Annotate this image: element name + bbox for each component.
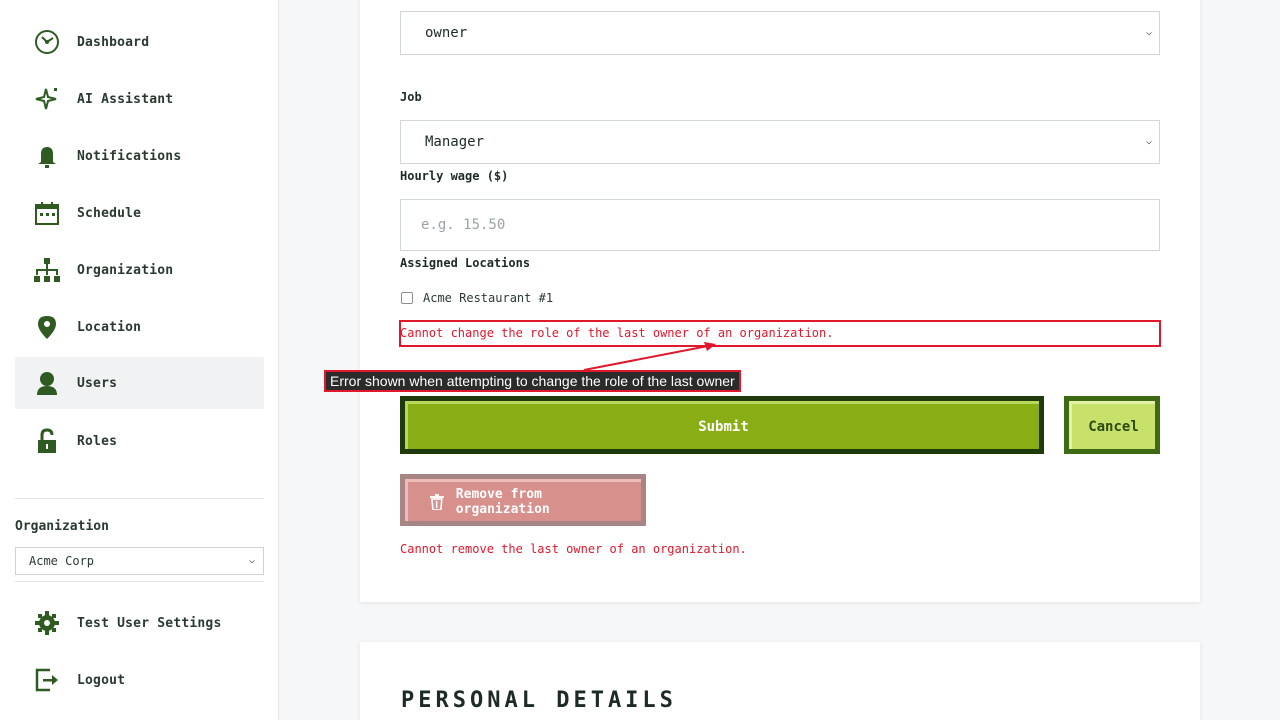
sidebar-item-label: Dashboard <box>77 34 150 50</box>
sidebar-item-label: Test User Settings <box>77 615 222 631</box>
sidebar-divider <box>15 498 264 499</box>
location-checkbox[interactable] <box>401 292 413 304</box>
remove-error-message: Cannot remove the last owner of an organ… <box>400 542 747 556</box>
location-pin-icon <box>32 312 62 342</box>
sidebar-item-ai-assistant[interactable]: AI Assistant <box>15 73 264 125</box>
personal-details-heading: PERSONAL DETAILS <box>401 688 677 713</box>
org-chart-icon <box>32 255 62 285</box>
sidebar-item-users[interactable]: Users <box>15 357 264 409</box>
calendar-icon <box>32 198 62 228</box>
cancel-button[interactable]: Cancel <box>1064 396 1160 454</box>
bell-icon <box>32 141 62 171</box>
error-highlight-box <box>399 320 1161 347</box>
sidebar-item-organization[interactable]: Organization <box>15 244 264 296</box>
sidebar-item-label: Location <box>77 319 142 335</box>
partially-hidden-nav-icon <box>32 485 58 493</box>
job-label: Job <box>400 90 422 104</box>
remove-button-label: Remove from organization <box>455 486 550 517</box>
annotation-arrow <box>583 342 716 371</box>
role-select-value: owner <box>425 25 468 41</box>
sidebar-item-location[interactable]: Location <box>15 301 264 353</box>
sparkle-icon <box>32 84 62 114</box>
organization-select-value: Acme Corp <box>29 554 95 568</box>
sidebar-item-notifications[interactable]: Notifications <box>15 130 264 182</box>
sidebar-divider <box>15 581 264 582</box>
location-checkbox-label: Acme Restaurant #1 <box>423 291 554 305</box>
sidebar-item-label: Organization <box>77 262 174 278</box>
sidebar-item-label: AI Assistant <box>77 91 174 107</box>
user-icon <box>32 368 62 398</box>
sidebar-item-roles[interactable]: Roles <box>15 415 264 467</box>
annotation-label: Error shown when attempting to change th… <box>324 370 741 392</box>
gear-icon <box>32 608 62 638</box>
role-select[interactable]: owner <box>400 11 1160 55</box>
remove-from-organization-button[interactable]: Remove from organization <box>400 474 646 526</box>
sidebar-item-label: Roles <box>77 433 118 449</box>
trash-icon <box>430 493 444 510</box>
organization-label: Organization <box>15 519 109 534</box>
logout-icon <box>32 665 62 695</box>
sidebar-item-label: Users <box>77 375 118 391</box>
submit-button[interactable]: Submit <box>400 396 1044 454</box>
job-select-value: Manager <box>425 134 485 150</box>
sidebar-item-label: Notifications <box>77 148 182 164</box>
sidebar: Dashboard AI Assistant Notifications Sch… <box>0 0 279 720</box>
assigned-locations-label: Assigned Locations <box>400 256 531 270</box>
sidebar-item-test-user-settings[interactable]: Test User Settings <box>15 597 264 649</box>
organization-select[interactable]: Acme Corp <box>15 547 264 575</box>
sidebar-item-dashboard[interactable]: Dashboard <box>15 16 264 68</box>
cancel-button-label: Cancel <box>1069 401 1155 449</box>
dashboard-icon <box>32 27 62 57</box>
sidebar-item-label: Schedule <box>77 205 142 221</box>
hourly-wage-input[interactable] <box>400 199 1160 251</box>
sidebar-item-schedule[interactable]: Schedule <box>15 187 264 239</box>
job-select[interactable]: Manager <box>400 120 1160 164</box>
submit-button-label: Submit <box>405 401 1039 449</box>
hourly-wage-label: Hourly wage ($) <box>400 169 509 183</box>
sidebar-item-logout[interactable]: Logout <box>15 654 264 706</box>
unlock-icon <box>32 426 62 456</box>
sidebar-item-label: Logout <box>77 672 126 688</box>
